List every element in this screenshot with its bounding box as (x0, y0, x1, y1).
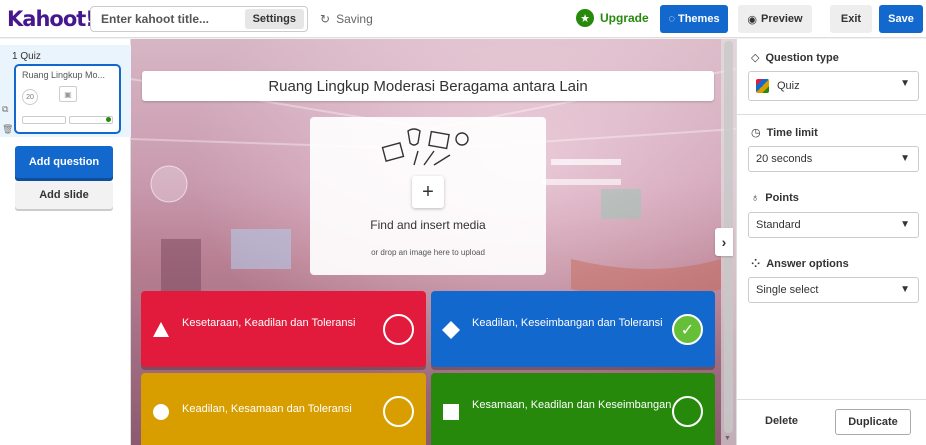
palette-icon: ◌ (668, 13, 675, 25)
themes-label: Themes (677, 13, 720, 25)
delete-button[interactable]: Delete (765, 415, 798, 427)
chevron-down-icon: ▼ (900, 284, 910, 295)
slide-number: 1 (12, 51, 18, 62)
question-type-label: Question type (765, 51, 839, 64)
slides-sidebar: 1 Quiz ⧉ 🗑 Ruang Lingkup Mo... 20 ▣ Add … (0, 39, 131, 445)
circle-icon (153, 404, 169, 420)
upgrade-label: Upgrade (600, 11, 649, 25)
points-value: Standard (756, 219, 801, 231)
correct-check-icon[interactable]: ✓ (672, 314, 703, 345)
question-title[interactable]: Ruang Lingkup Moderasi Beragama antara L… (142, 71, 714, 101)
add-question-button[interactable]: Add question (15, 146, 113, 178)
answer-text[interactable]: Kesamaan, Keadilan dan Keseimbangan (472, 399, 672, 412)
triangle-icon (153, 322, 169, 337)
answer-option-2[interactable]: Keadilan, Keseimbangan dan Toleransi ✓ (431, 291, 715, 367)
preview-label: Preview (761, 13, 803, 25)
question-type-value: Quiz (777, 80, 800, 92)
answer-options-select[interactable]: Single select ▼ (748, 277, 919, 303)
save-button[interactable]: Save (879, 5, 923, 33)
quiz-icon (756, 79, 769, 93)
slide-type: Quiz (20, 51, 41, 62)
clock-icon: ◷ (751, 127, 761, 139)
themes-button[interactable]: ◌ Themes (660, 5, 728, 33)
slide-thumbnail[interactable]: Ruang Lingkup Mo... 20 ▣ (14, 64, 121, 134)
answer-option-3[interactable]: Keadilan, Kesamaan dan Toleransi (141, 373, 426, 445)
kahoot-logo[interactable]: Kahoot! (7, 7, 95, 31)
chevron-down-icon: ▼ (900, 219, 910, 230)
preview-button[interactable]: ◉ Preview (738, 5, 812, 33)
slide-header: 1 Quiz (12, 51, 41, 62)
correct-toggle[interactable] (672, 396, 703, 427)
slide-tools: ⧉ 🗑 (2, 99, 13, 139)
saving-label: Saving (336, 12, 373, 26)
media-upload-area[interactable]: + Find and insert media or drop an image… (310, 117, 546, 275)
media-label: Find and insert media (370, 218, 486, 232)
points-heading: ♁ Points (751, 192, 799, 204)
upgrade-button[interactable]: ★ Upgrade (576, 9, 649, 27)
square-icon (443, 404, 459, 420)
thumb-title: Ruang Lingkup Mo... (22, 70, 106, 80)
refresh-icon: ↻ (320, 12, 331, 26)
image-icon: ▣ (59, 86, 77, 102)
answer-options-icon: ⁘ (751, 258, 761, 270)
time-limit-select[interactable]: 20 seconds ▼ (748, 146, 919, 172)
exit-button[interactable]: Exit (830, 5, 872, 33)
question-canvas: Ruang Lingkup Moderasi Beragama antara L… (131, 39, 736, 445)
correct-toggle[interactable] (383, 396, 414, 427)
diamond-icon (442, 321, 460, 339)
chevron-down-icon: ▼ (900, 153, 910, 164)
duplicate-slide-icon[interactable]: ⧉ (2, 99, 13, 119)
correct-dot-icon (106, 117, 111, 122)
settings-panel: ◇ Question type Quiz ▼ ◷ Time limit 20 s… (736, 39, 926, 445)
award-icon: ♁ (751, 192, 760, 204)
thumb-answer (22, 116, 66, 124)
answer-options-value: Single select (756, 284, 819, 296)
answer-options-label: Answer options (766, 257, 849, 270)
add-media-button[interactable]: + (412, 176, 444, 208)
eye-icon: ◉ (747, 13, 757, 26)
time-limit-label: Time limit (766, 126, 818, 139)
kahoot-title-input[interactable] (91, 12, 241, 26)
star-icon: ★ (576, 9, 594, 27)
chevron-right-icon[interactable]: › (715, 228, 733, 256)
divider (737, 114, 926, 115)
divider (737, 399, 926, 400)
points-label: Points (765, 192, 799, 204)
answer-option-4[interactable]: Kesamaan, Keadilan dan Keseimbangan (431, 373, 715, 445)
media-illustration-icon (381, 128, 469, 166)
delete-slide-icon[interactable]: 🗑 (2, 119, 13, 139)
chevron-down-icon: ▼ (900, 78, 910, 89)
time-limit-heading: ◷ Time limit (751, 126, 818, 140)
time-limit-value: 20 seconds (756, 153, 813, 165)
question-type-select[interactable]: Quiz ▼ (748, 71, 919, 101)
answer-option-1[interactable]: Kesetaraan, Keadilan dan Toleransi (141, 291, 426, 367)
scroll-down-icon[interactable]: ▼ (724, 435, 731, 442)
answer-options-heading: ⁘ Answer options (751, 257, 849, 271)
settings-button[interactable]: Settings (244, 9, 304, 29)
saving-status: ↻ Saving (320, 12, 373, 26)
title-box: Settings (90, 6, 308, 32)
question-type-icon: ◇ (751, 52, 760, 64)
top-bar: Kahoot! Settings ↻ Saving ★ Upgrade ◌ Th… (0, 0, 926, 38)
media-sub-label: or drop an image here to upload (371, 248, 485, 257)
duplicate-button[interactable]: Duplicate (835, 409, 911, 435)
question-type-heading: ◇ Question type (751, 51, 839, 65)
correct-toggle[interactable] (383, 314, 414, 345)
answer-text[interactable]: Kesetaraan, Keadilan dan Toleransi (182, 317, 382, 330)
answer-text[interactable]: Keadilan, Keseimbangan dan Toleransi (472, 317, 672, 330)
answer-text[interactable]: Keadilan, Kesamaan dan Toleransi (182, 403, 382, 416)
points-select[interactable]: Standard ▼ (748, 212, 919, 238)
add-slide-button[interactable]: Add slide (15, 181, 113, 209)
slide-item[interactable]: 1 Quiz ⧉ 🗑 Ruang Lingkup Mo... 20 ▣ (0, 45, 131, 137)
thumb-timer: 20 (22, 89, 38, 105)
